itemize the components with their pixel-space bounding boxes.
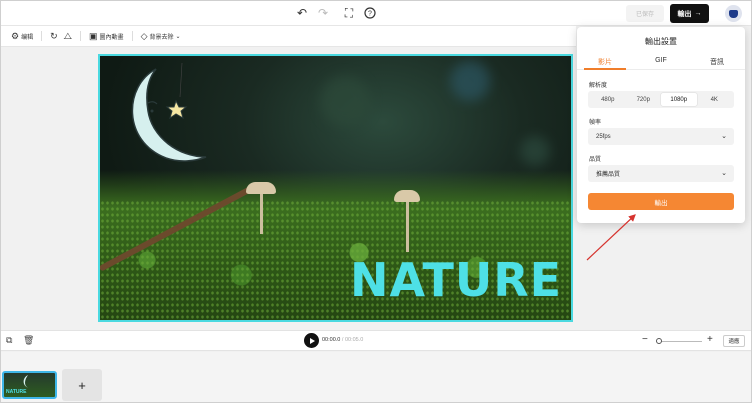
chevron-down-icon: ⌄ [721, 133, 727, 140]
tab-video[interactable]: 影片 [577, 54, 633, 70]
play-icon [309, 337, 315, 344]
current-time: 00:00.0 [322, 337, 341, 343]
flip-icon: ⧍ [63, 30, 73, 41]
resolution-option-720p[interactable]: 720p [626, 93, 662, 106]
user-icon [729, 9, 738, 18]
divider [80, 31, 82, 41]
tab-audio[interactable]: 音訊 [689, 54, 745, 69]
chevron-down-icon: ⌄ [175, 33, 181, 40]
panel-title: 輸出設置 [645, 37, 677, 46]
framerate-value: 25fps [596, 133, 611, 140]
animation-tool-label: 圖內動畫 [99, 34, 124, 41]
redo-icon[interactable]: ↷ [316, 6, 330, 20]
timeline-strip: NATURE + [1, 352, 751, 402]
resolution-selector: 480p 720p 1080p 4K [588, 91, 734, 108]
moon-sticker[interactable] [118, 61, 228, 171]
edit-tool[interactable]: ⚙ 编辑 [11, 30, 34, 41]
thumbnail-text: NATURE [6, 389, 27, 395]
resolution-label: 解析度 [589, 83, 608, 89]
play-button[interactable] [304, 333, 319, 348]
playback-bar: ⧉ 🗑 00:00.0 / 00:05.0 − + 適應 [1, 330, 751, 351]
divider [41, 31, 43, 41]
export-button-label: 輸出 [677, 10, 692, 18]
avatar[interactable] [725, 5, 742, 22]
fullscreen-icon[interactable]: ⛶ [342, 6, 356, 20]
resolution-option-4k[interactable]: 4K [697, 93, 733, 106]
total-time: 00:05.0 [344, 337, 364, 343]
bokeh-light [520, 136, 550, 166]
quality-select[interactable]: 推薦品質 ⌄ [588, 165, 734, 182]
flip-tool[interactable]: ⧍ [63, 30, 73, 41]
moon-thumbnail-icon [23, 375, 29, 388]
export-settings-panel: 輸出設置 影片 GIF 音訊 解析度 480p 720p 1080p 4K 幀率… [577, 27, 745, 223]
adjust-icon: ⚙ [11, 30, 20, 41]
mushroom [246, 182, 276, 234]
zoom-slider[interactable] [657, 341, 702, 342]
trash-icon[interactable]: 🗑 [23, 335, 34, 346]
framerate-select[interactable]: 25fps ⌄ [588, 128, 734, 145]
export-button[interactable]: 輸出 → [670, 4, 709, 23]
bokeh-light [320, 76, 370, 126]
undo-icon[interactable]: ↶ [295, 6, 309, 20]
edit-tool-label: 编辑 [21, 34, 34, 41]
saved-status-button: 已保存 [626, 5, 664, 22]
quality-label: 品質 [589, 157, 602, 163]
rotate-tool[interactable]: ↻ [50, 30, 58, 41]
video-canvas[interactable]: NATURE [98, 54, 573, 322]
app-window: ↶ ↷ ⛶ ? 已保存 輸出 → ⚙ 编辑 ↻ ⧍ ▣ 圖內動畫 ◇ 背景去除 … [0, 0, 752, 403]
clip-thumbnail[interactable]: NATURE [2, 371, 57, 399]
divider [131, 31, 133, 41]
resolution-option-1080p[interactable]: 1080p [661, 93, 697, 106]
time-display: 00:00.0 / 00:05.0 [322, 337, 363, 343]
fit-button[interactable]: 適應 [723, 335, 745, 347]
top-bar: ↶ ↷ ⛶ ? 已保存 輸出 → [1, 1, 751, 26]
tab-gif[interactable]: GIF [633, 54, 689, 69]
rotate-icon: ↻ [50, 30, 58, 41]
background-remove-tool[interactable]: ◇ 背景去除 ⌄ [140, 30, 181, 41]
panel-export-button[interactable]: 輸出 [588, 193, 734, 210]
zoom-in-icon[interactable]: + [707, 334, 713, 345]
svg-text:?: ? [368, 11, 372, 18]
quality-value: 推薦品質 [596, 172, 621, 178]
zoom-slider-handle[interactable] [656, 338, 662, 344]
background-remove-label: 背景去除 [149, 34, 174, 41]
chevron-down-icon: ⌄ [721, 170, 727, 177]
nature-title-text[interactable]: NATURE [350, 253, 562, 307]
framerate-label: 幀率 [589, 120, 602, 126]
help-icon[interactable]: ? [363, 6, 377, 20]
animation-icon: ▣ [89, 30, 98, 41]
resolution-option-480p[interactable]: 480p [590, 93, 626, 106]
mushroom [394, 190, 420, 252]
bokeh-light [450, 61, 490, 101]
arrow-right-icon: → [694, 10, 702, 17]
eraser-icon: ◇ [140, 30, 148, 41]
duplicate-icon[interactable]: ⧉ [6, 335, 12, 346]
zoom-out-icon[interactable]: − [642, 334, 648, 345]
animation-tool[interactable]: ▣ 圖內動畫 [89, 30, 124, 41]
add-clip-button[interactable]: + [62, 369, 102, 401]
export-tabs: 影片 GIF 音訊 [577, 54, 745, 70]
edit-toolbar: ⚙ 编辑 ↻ ⧍ ▣ 圖內動畫 ◇ 背景去除 ⌄ [1, 26, 576, 47]
